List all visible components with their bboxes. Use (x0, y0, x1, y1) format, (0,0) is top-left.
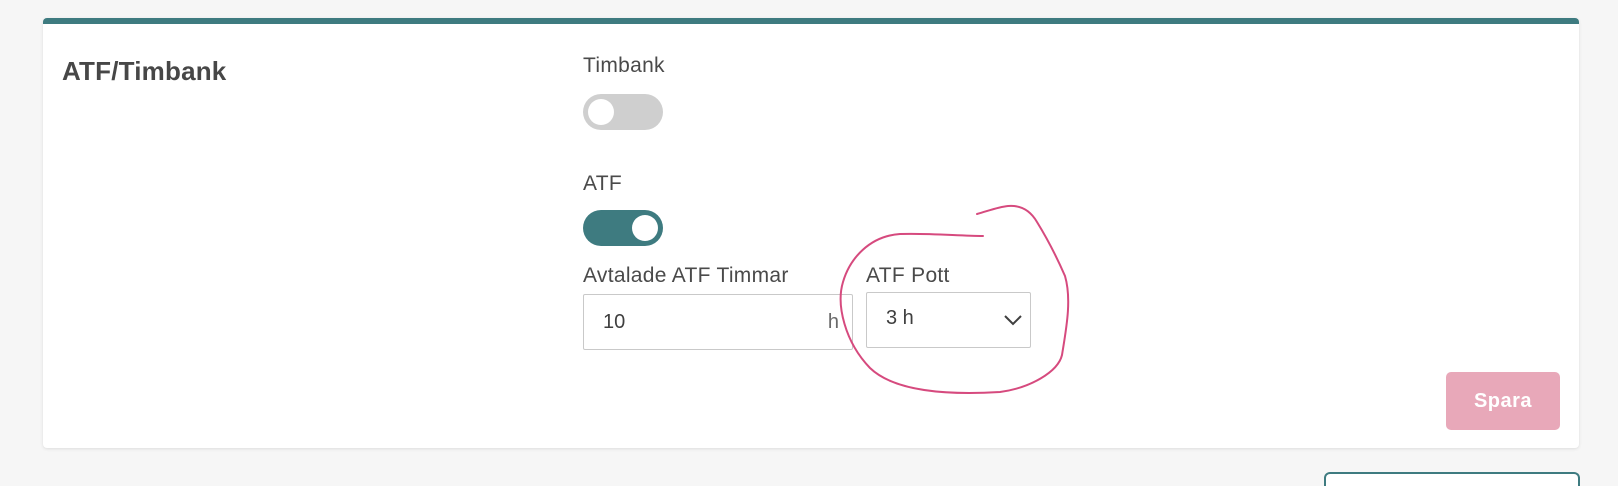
agreed-hours-input[interactable] (603, 295, 793, 349)
agreed-hours-field[interactable]: h (583, 294, 853, 350)
atf-pot-selected-value: 3 h (886, 307, 914, 329)
hours-unit: h (827, 311, 839, 333)
toggle-knob (632, 215, 658, 241)
timbank-label: Timbank (583, 54, 665, 77)
atf-label: ATF (583, 172, 623, 195)
atf-timbank-card: ATF/Timbank Timbank ATF Avtalade ATF Tim… (43, 18, 1579, 448)
toggle-knob (588, 99, 614, 125)
agreed-hours-label: Avtalade ATF Timmar (583, 264, 789, 287)
section-title: ATF/Timbank (62, 56, 227, 86)
atf-pot-label: ATF Pott (866, 264, 950, 287)
atf-toggle[interactable] (583, 210, 663, 246)
save-button[interactable]: Spara (1446, 372, 1560, 430)
atf-pot-select[interactable]: 3 h (866, 292, 1031, 348)
chevron-down-icon (1004, 315, 1022, 326)
next-card-edge (1324, 472, 1580, 486)
timbank-toggle[interactable] (583, 94, 663, 130)
